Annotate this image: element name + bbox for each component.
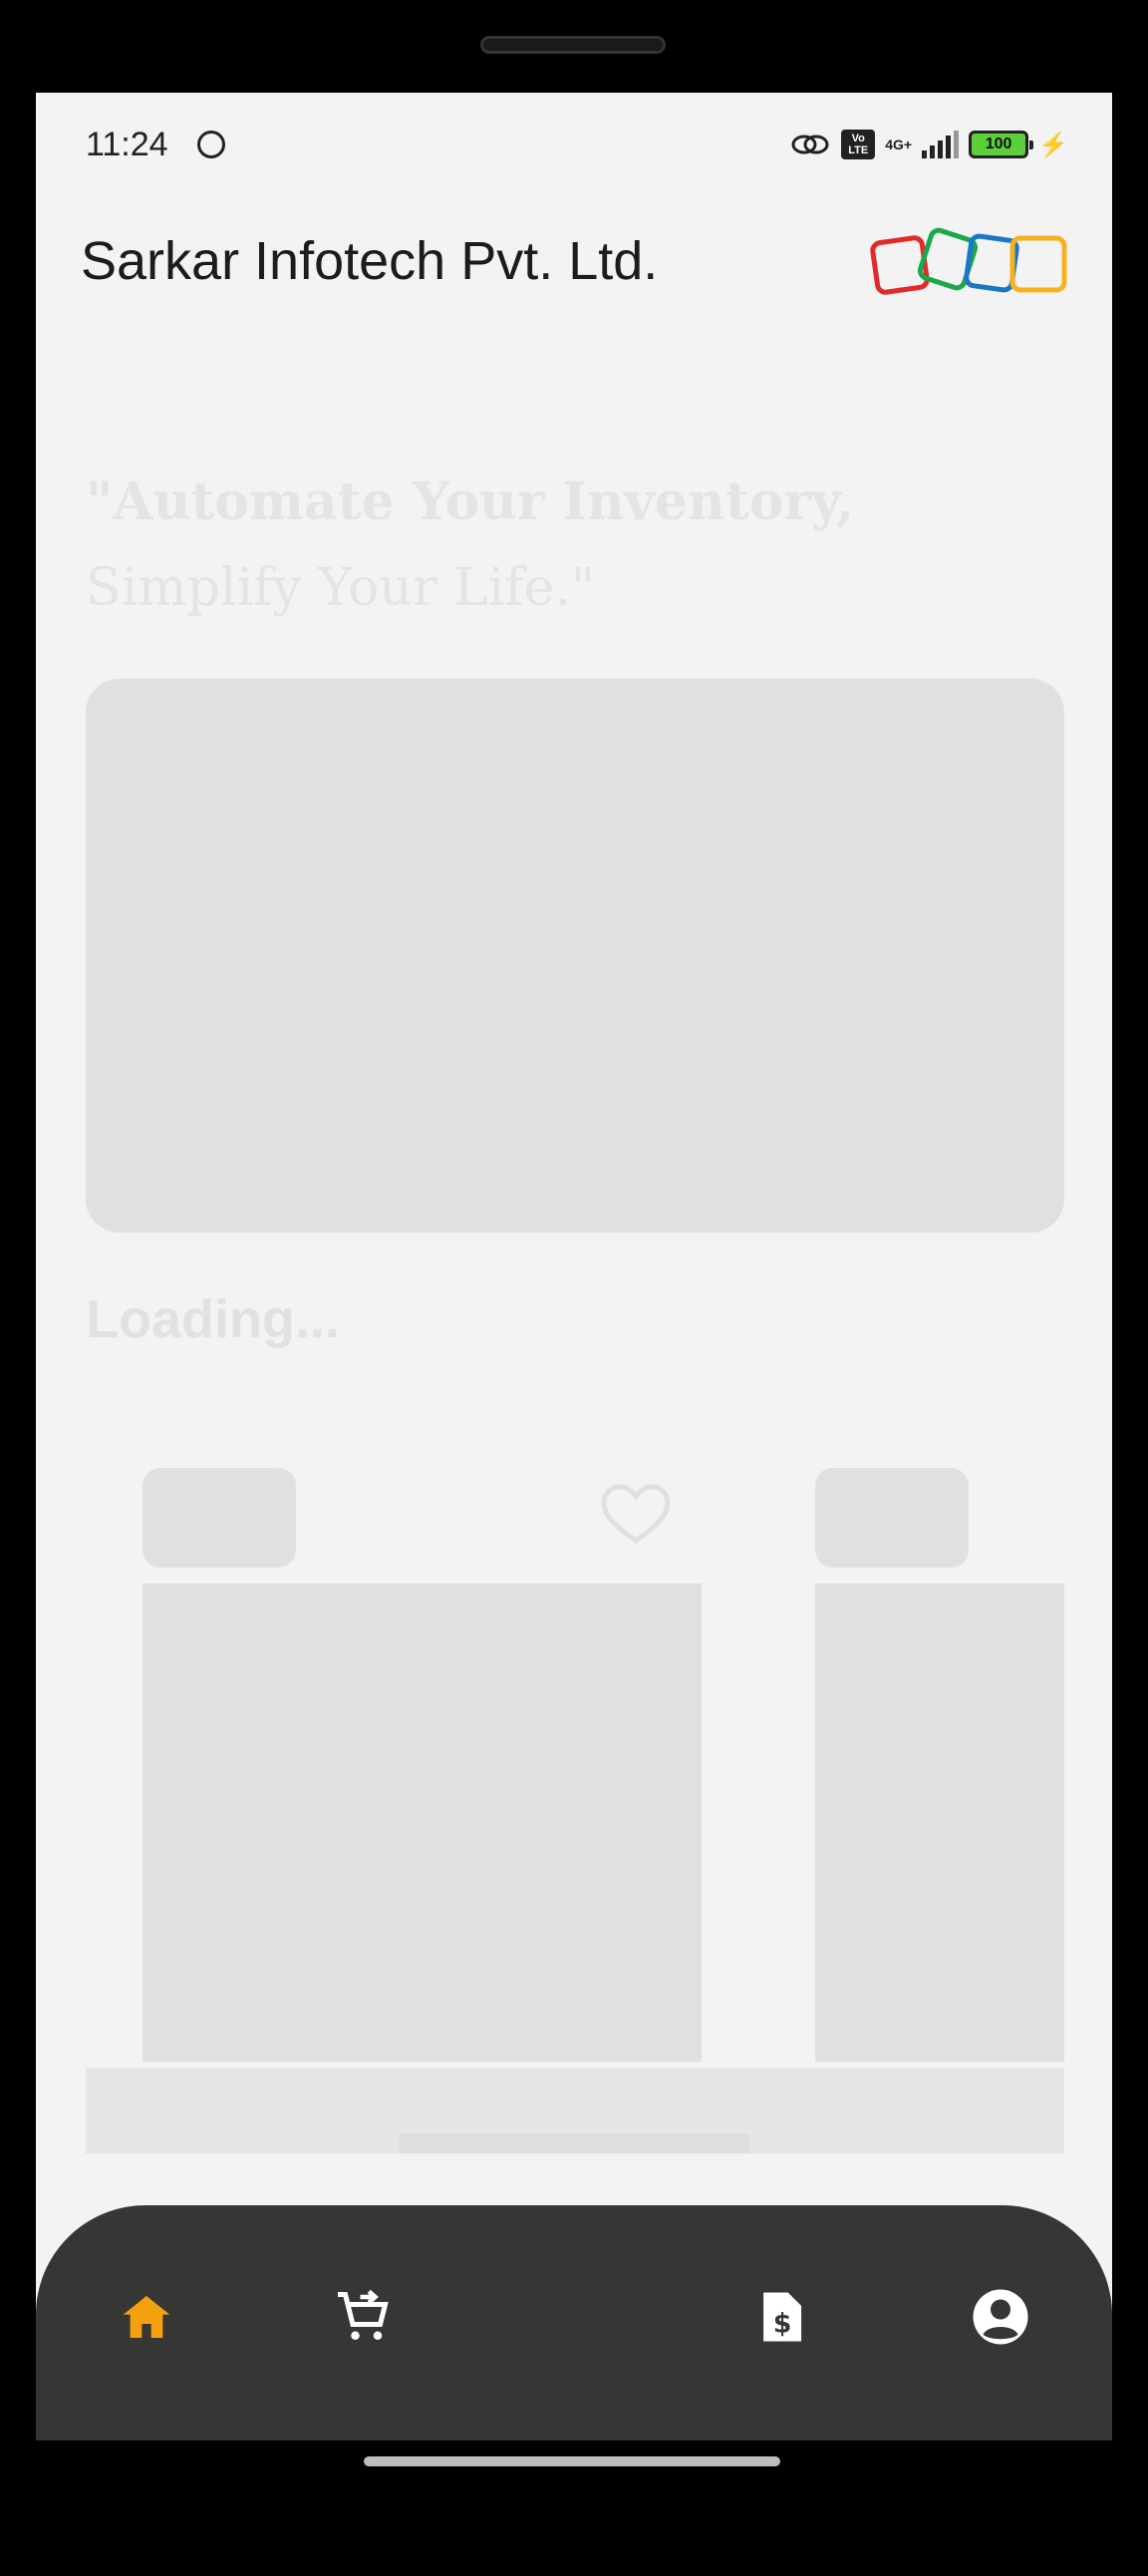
- signal-icon: [922, 131, 960, 158]
- product-chip-placeholder: [143, 1468, 296, 1568]
- invoice-dollar-icon: $: [763, 2292, 802, 2342]
- account-icon: [973, 2289, 1028, 2345]
- home-icon: [123, 2296, 170, 2338]
- network-type: 4G+: [885, 137, 913, 152]
- product-image-placeholder: [143, 1583, 702, 2062]
- product-image-placeholder: [815, 1583, 1064, 2062]
- notification-face-icon: [197, 131, 225, 158]
- tagline: "Automate Your Inventory, Simplify Your …: [86, 459, 983, 631]
- phone-frame: 11:24 Vo LTE 4G+ 100 ⚡ Sarkar Infotech P…: [0, 0, 1148, 2576]
- company-name: Sarkar Infotech Pvt. Ltd.: [81, 231, 659, 291]
- banner-placeholder: [86, 679, 1064, 1233]
- app-screen: 11:24 Vo LTE 4G+ 100 ⚡ Sarkar Infotech P…: [36, 93, 1112, 2440]
- link-icon: [791, 135, 829, 154]
- brand-logo: [870, 227, 1067, 295]
- volte-icon: Vo LTE: [841, 130, 876, 159]
- svg-text:$: $: [773, 2309, 792, 2340]
- nav-home-button[interactable]: [115, 2285, 178, 2349]
- bottom-navigation-bar: [36, 2205, 1112, 2440]
- nav-cart-button[interactable]: [331, 2285, 395, 2349]
- status-time: 11:24: [86, 126, 168, 163]
- earpiece-speaker: [480, 36, 666, 54]
- nav-invoice-button[interactable]: $: [749, 2285, 813, 2349]
- nav-account-button[interactable]: [969, 2285, 1032, 2349]
- charging-icon: ⚡: [1038, 131, 1068, 158]
- favorite-heart-icon[interactable]: [600, 1483, 672, 1547]
- card-footer-inner-placeholder: [399, 2134, 749, 2153]
- cart-add-icon: [338, 2289, 389, 2340]
- home-indicator[interactable]: [364, 2456, 780, 2466]
- loading-text: Loading...: [86, 1289, 340, 1349]
- tagline-line2: Simplify Your Life.": [86, 558, 595, 618]
- product-chip-placeholder: [815, 1468, 969, 1568]
- battery-icon: 100: [969, 131, 1034, 158]
- tagline-line1: "Automate Your Inventory,: [86, 471, 855, 532]
- status-icons: Vo LTE 4G+ 100 ⚡: [789, 127, 1068, 162]
